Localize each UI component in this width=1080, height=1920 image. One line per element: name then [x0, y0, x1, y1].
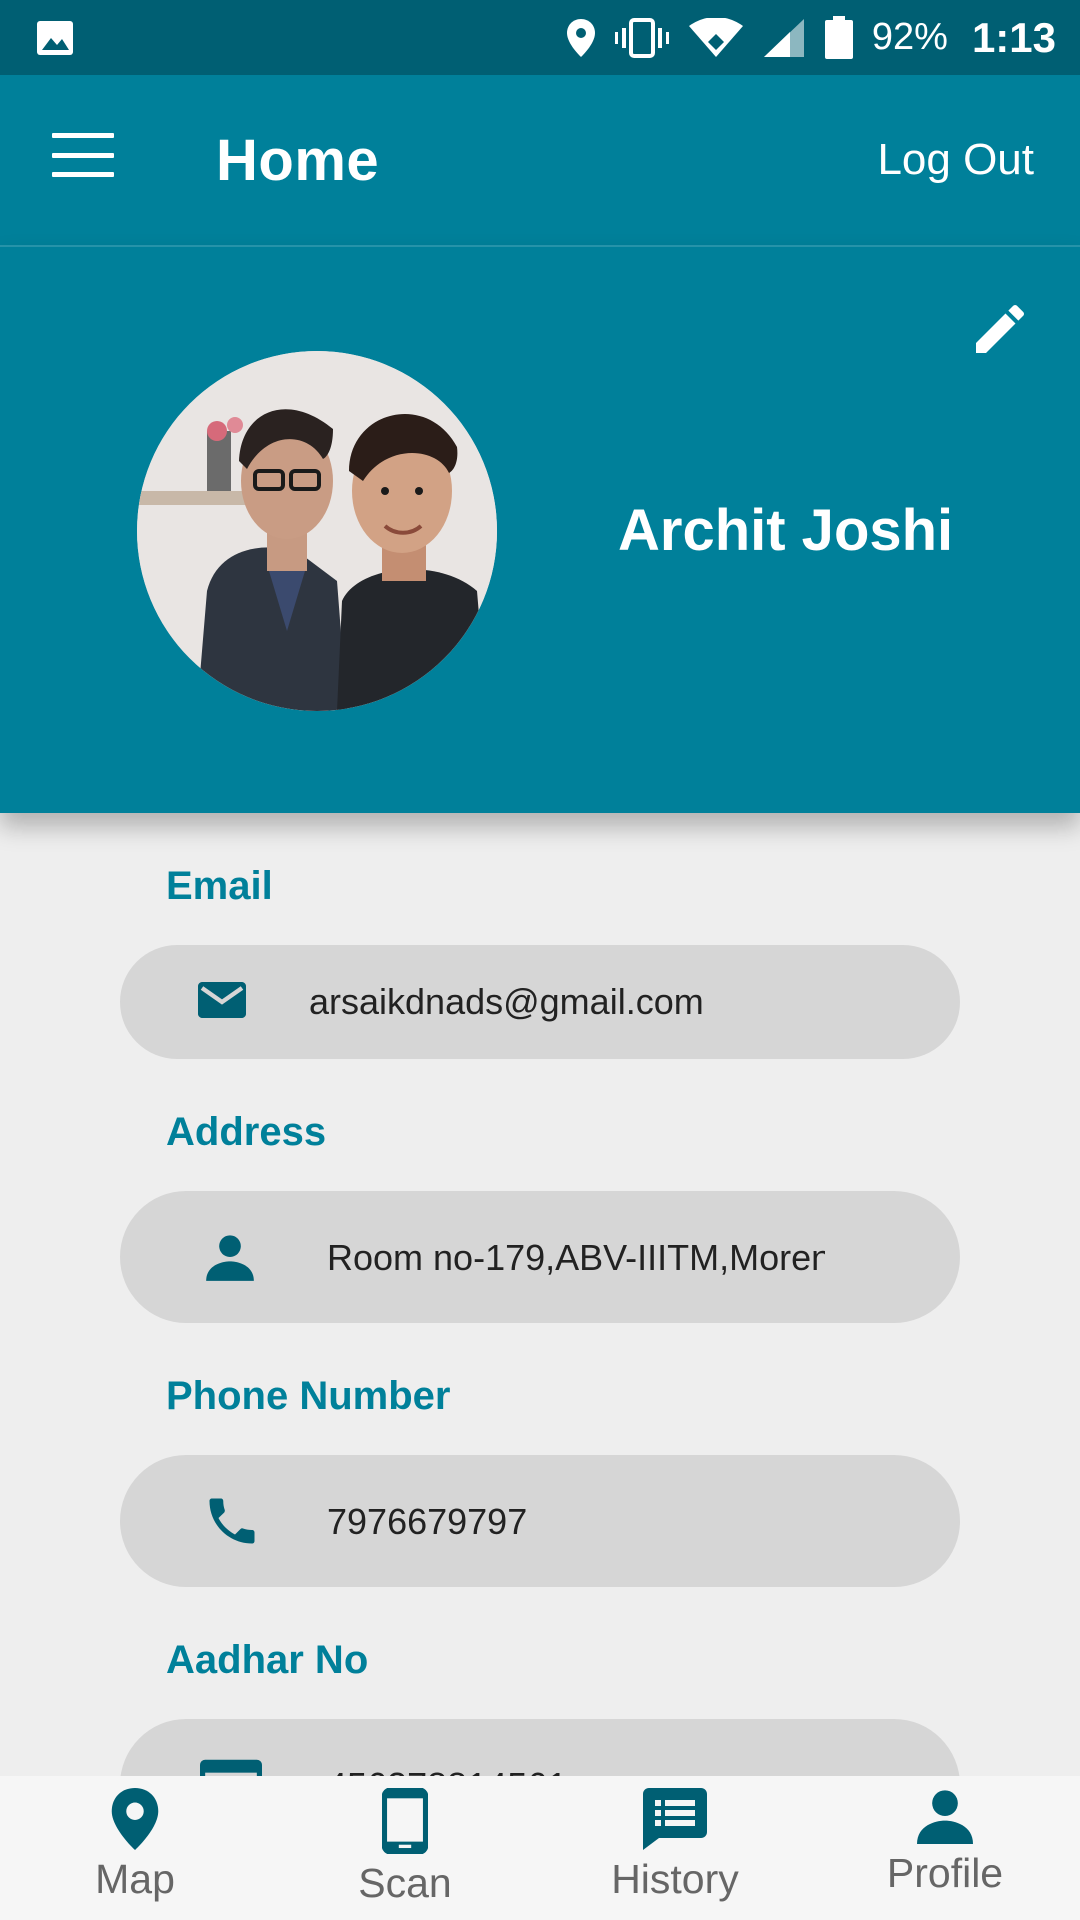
location-icon — [566, 18, 595, 57]
person-icon — [917, 1790, 973, 1844]
phone-field[interactable]: 7976679797 — [120, 1455, 960, 1587]
aadhar-label: Aadhar No — [166, 1638, 369, 1682]
phone-value: 7976679797 — [327, 1501, 528, 1542]
wifi-icon — [688, 17, 743, 57]
nav-item-scan[interactable]: Scan — [270, 1776, 540, 1920]
app-bar: Home Log Out — [0, 75, 1080, 245]
bottom-nav: Map Scan History Profile — [0, 1776, 1080, 1920]
phone-label: Phone Number — [166, 1374, 451, 1418]
edit-icon[interactable] — [968, 297, 1032, 361]
signal-icon — [763, 18, 804, 57]
avatar-photo — [137, 351, 497, 711]
menu-icon[interactable] — [52, 133, 114, 177]
map-pin-icon — [111, 1788, 159, 1850]
address-value: Room no-179,ABV-IIITM,Morena Link Road — [327, 1237, 825, 1278]
nav-item-history[interactable]: History — [540, 1776, 810, 1920]
nav-item-profile[interactable]: Profile — [810, 1776, 1080, 1920]
nav-label-profile: Profile — [886, 1850, 1004, 1896]
phone-icon — [209, 1498, 255, 1544]
nav-label-history: History — [611, 1856, 739, 1902]
vibrate-icon — [614, 17, 669, 58]
history-icon — [643, 1788, 707, 1850]
clock: 1:13 — [971, 13, 1056, 61]
battery-icon — [824, 15, 853, 59]
profile-name: Archit Joshi — [618, 498, 954, 563]
person-icon — [206, 1235, 254, 1281]
email-icon — [198, 982, 246, 1018]
email-field[interactable]: arsaikdnads@gmail.com — [120, 945, 960, 1059]
avatar[interactable] — [137, 351, 497, 711]
image-notification-icon — [37, 20, 73, 55]
nav-label-map: Map — [95, 1856, 175, 1902]
page-title: Home — [216, 128, 380, 193]
email-label: Email — [166, 864, 273, 908]
address-field[interactable]: Room no-179,ABV-IIITM,Morena Link Road — [120, 1191, 960, 1323]
address-label: Address — [166, 1110, 327, 1154]
battery-percent: 92% — [871, 16, 948, 58]
profile-header: Archit Joshi — [0, 245, 1080, 813]
nav-label-scan: Scan — [358, 1860, 452, 1906]
email-value: arsaikdnads@gmail.com — [309, 981, 704, 1022]
status-bar: 92% 1:13 — [0, 0, 1080, 75]
phone-device-icon — [382, 1788, 428, 1854]
logout-button[interactable]: Log Out — [877, 135, 1034, 185]
nav-item-map[interactable]: Map — [0, 1776, 270, 1920]
